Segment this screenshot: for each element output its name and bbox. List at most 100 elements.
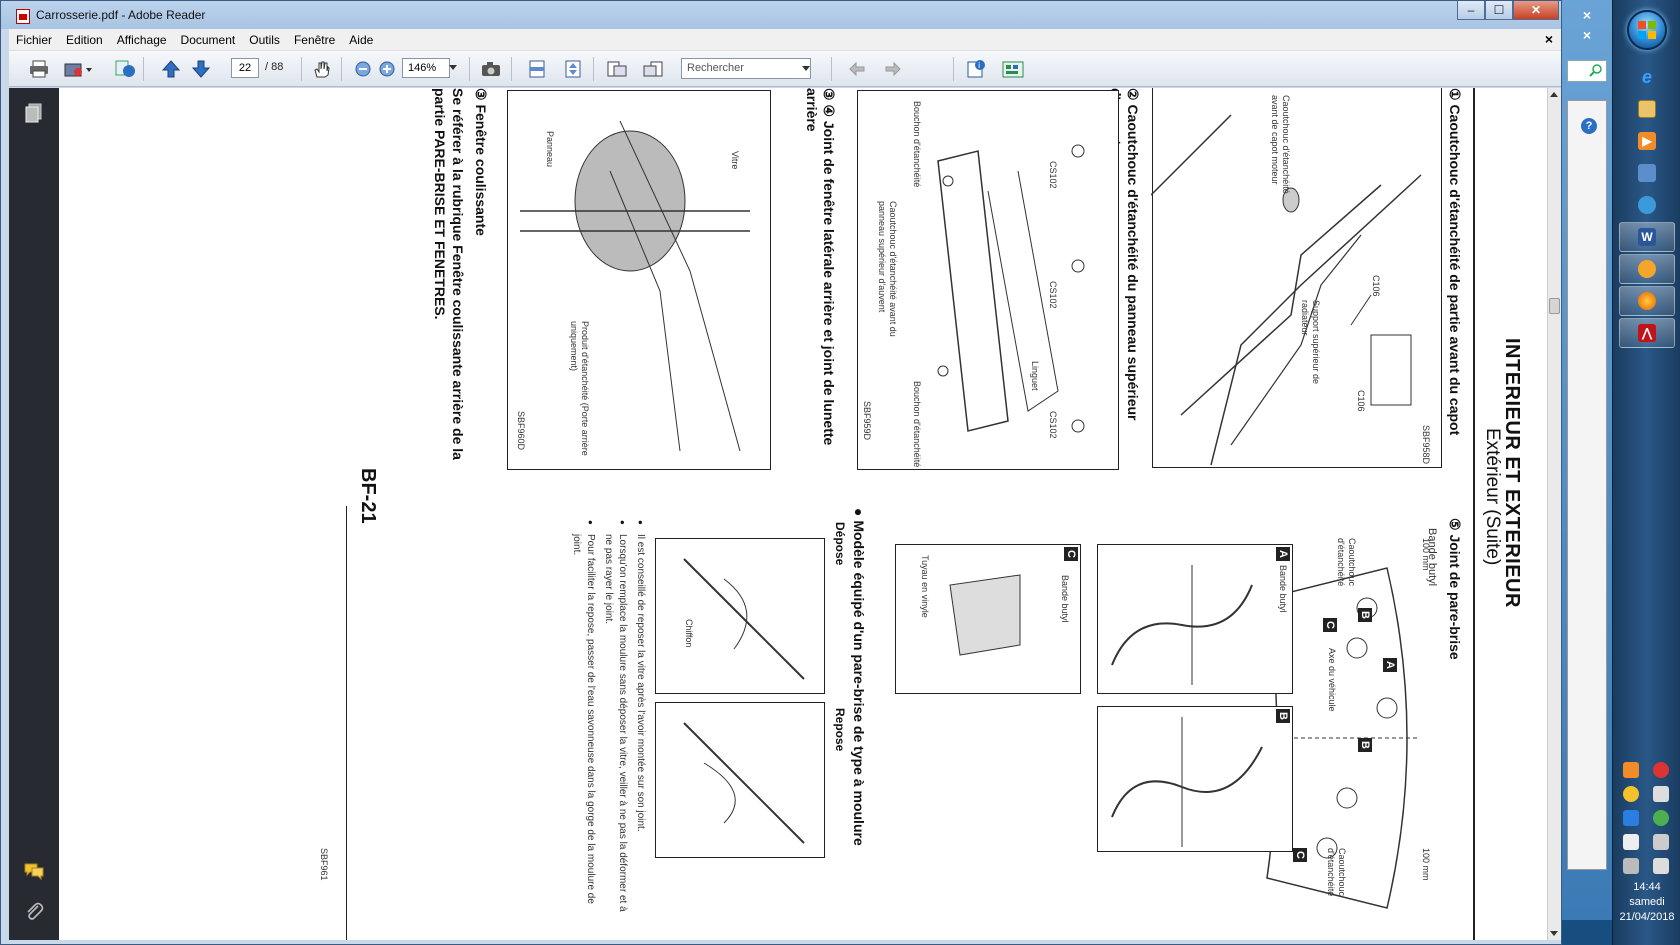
taskbar-chat-button[interactable] bbox=[1619, 254, 1675, 284]
tray-usb-icon[interactable] bbox=[1653, 834, 1669, 850]
back-button[interactable] bbox=[845, 58, 869, 80]
tray-dropbox-icon[interactable] bbox=[1623, 810, 1639, 826]
taskbar-network-button[interactable] bbox=[1619, 190, 1675, 220]
taskbar-ie-button[interactable]: e bbox=[1619, 62, 1675, 92]
print-button[interactable] bbox=[27, 58, 51, 80]
background-window-content bbox=[1567, 100, 1607, 870]
document-view[interactable]: INTERIEUR ET EXTERIEUR Extérieur (Suite)… bbox=[59, 88, 1547, 940]
collaborate-button[interactable] bbox=[113, 58, 137, 80]
tray-app-icon[interactable] bbox=[1623, 762, 1639, 778]
label-panneau: Panneau bbox=[545, 131, 555, 168]
zoom-in-icon bbox=[379, 61, 395, 77]
email-button[interactable] bbox=[61, 58, 95, 80]
menu-fichier[interactable]: Fichier bbox=[9, 29, 59, 51]
network-icon bbox=[1638, 196, 1656, 214]
tray-chat-icon[interactable] bbox=[1623, 786, 1639, 802]
hand-tool-button[interactable] bbox=[309, 58, 333, 80]
zoom-out-button[interactable] bbox=[351, 58, 375, 80]
zoom-in-button[interactable] bbox=[375, 58, 399, 80]
label-caoutchouc-left: Caoutchouc d'étanchéité bbox=[1336, 538, 1357, 587]
search-field[interactable]: Rechercher bbox=[681, 58, 811, 79]
taskbar-media-button[interactable]: ▶ bbox=[1619, 126, 1675, 156]
title-bar[interactable]: Carrosserie.pdf - Adobe Reader – ☐ ✕ bbox=[1, 1, 1561, 29]
figure-depose: Chiffon bbox=[655, 538, 825, 694]
taskbar-word-button[interactable]: W bbox=[1619, 222, 1675, 252]
label-axe-vehicule: Axe du véhicule bbox=[1327, 648, 1337, 712]
depose-drawing bbox=[683, 558, 805, 680]
detail-a-drawing bbox=[1111, 565, 1253, 685]
previous-page-button[interactable] bbox=[159, 58, 183, 80]
scroll-down-arrow-icon[interactable] bbox=[1550, 931, 1558, 936]
taskbar-clock[interactable]: 14:44 samedi 21/04/2018 bbox=[1613, 880, 1680, 925]
detail-b-drawing bbox=[1111, 717, 1263, 847]
document-close-button[interactable]: × bbox=[1545, 31, 1553, 47]
header-rule bbox=[1473, 88, 1475, 940]
divider-rule bbox=[346, 506, 347, 940]
tray-check-icon[interactable] bbox=[1653, 810, 1669, 826]
menu-aide[interactable]: Aide bbox=[342, 29, 380, 51]
clock-date: 21/04/2018 bbox=[1619, 911, 1675, 923]
scroll-up-arrow-icon[interactable] bbox=[1550, 92, 1558, 97]
next-page-button[interactable] bbox=[189, 58, 213, 80]
background-window[interactable]: × × ? bbox=[1560, 0, 1612, 920]
zoom-level-field[interactable]: 146% bbox=[402, 58, 450, 78]
label-caoutchouc-right: Caoutchouc d'étanchéité bbox=[1326, 848, 1347, 897]
flag-icon[interactable] bbox=[1623, 834, 1639, 850]
detail-a-letter: A bbox=[1276, 547, 1290, 561]
arrow-up-icon bbox=[162, 60, 180, 78]
tray-antivirus-icon[interactable] bbox=[1653, 762, 1669, 778]
section-title: INTERIEUR ET EXTERIEUR bbox=[1501, 338, 1523, 608]
minimize-button[interactable]: – bbox=[1457, 1, 1485, 20]
background-search-field[interactable] bbox=[1567, 60, 1607, 82]
page-number-input[interactable]: 22 bbox=[231, 58, 259, 78]
tools-extension-button[interactable] bbox=[1001, 58, 1025, 80]
paperclip-icon bbox=[27, 902, 44, 920]
comment-tool-button[interactable]: i bbox=[965, 58, 989, 80]
heading-fenetre-body: Se référer à la rubrique Fenêtre couliss… bbox=[432, 88, 466, 460]
vertical-scrollbar[interactable] bbox=[1547, 88, 1561, 940]
bullet-list: Il est conseillé de reposer la vitre apr… bbox=[565, 520, 647, 920]
fit-page-button[interactable] bbox=[561, 58, 585, 80]
bullet-item: Il est conseillé de reposer la vitre apr… bbox=[633, 520, 647, 920]
scroll-thumb[interactable] bbox=[1549, 298, 1560, 314]
close-button[interactable]: ✕ bbox=[1513, 1, 1559, 20]
forward-button[interactable] bbox=[881, 58, 905, 80]
rotate-clockwise-button[interactable] bbox=[641, 58, 665, 80]
background-window-close-button[interactable]: × bbox=[1575, 6, 1599, 24]
bullet-item: Pour faciliter la repose, passer de l'ea… bbox=[569, 520, 597, 920]
taskbar-adobe-reader-button[interactable]: ⋀ bbox=[1619, 318, 1675, 348]
label-bouchon-2: Bouchon d'étanchéité bbox=[912, 381, 922, 468]
menu-document[interactable]: Document bbox=[174, 29, 243, 51]
fit-width-icon bbox=[529, 60, 545, 78]
marker-b-right: B bbox=[1358, 738, 1372, 752]
search-dropdown-chevron-icon[interactable] bbox=[802, 66, 810, 71]
taskbar-explorer-button[interactable] bbox=[1619, 94, 1675, 124]
help-icon[interactable]: ? bbox=[1581, 118, 1597, 134]
snapshot-button[interactable] bbox=[479, 58, 503, 80]
tray-device-icon[interactable] bbox=[1653, 786, 1669, 802]
detail-a-label: Bande butyl bbox=[1278, 565, 1288, 613]
zoom-dropdown-chevron-icon[interactable] bbox=[449, 65, 457, 70]
start-button[interactable] bbox=[1627, 10, 1667, 50]
rotate-counterclockwise-button[interactable] bbox=[605, 58, 629, 80]
menu-edition[interactable]: Edition bbox=[59, 29, 110, 51]
pdf-file-icon bbox=[16, 9, 30, 24]
taskbar-app-button[interactable] bbox=[1619, 158, 1675, 188]
hood-seal-drawing bbox=[1151, 114, 1422, 466]
volume-icon[interactable] bbox=[1653, 858, 1669, 874]
toolbar: 22 / 88 146% Rechercher i bbox=[9, 51, 1561, 87]
fit-width-button[interactable] bbox=[525, 58, 549, 80]
attachments-panel-button[interactable] bbox=[23, 900, 45, 922]
network-tray-icon[interactable] bbox=[1623, 858, 1639, 874]
background-window-close-button-2[interactable]: × bbox=[1575, 26, 1599, 44]
grid-tools-icon bbox=[1002, 61, 1024, 78]
menu-outils[interactable]: Outils bbox=[242, 29, 287, 51]
menu-fenetre[interactable]: Fenêtre bbox=[287, 29, 342, 51]
comments-panel-button[interactable] bbox=[23, 860, 45, 882]
taskbar-firefox-button[interactable] bbox=[1619, 286, 1675, 316]
detail-b-letter: B bbox=[1276, 709, 1290, 723]
maximize-button[interactable]: ☐ bbox=[1485, 1, 1513, 20]
figure-window-seal: Vitre Panneau Produit d'étanchéité (Port… bbox=[507, 90, 771, 470]
pages-panel-button[interactable] bbox=[23, 102, 45, 124]
menu-affichage[interactable]: Affichage bbox=[110, 29, 174, 51]
